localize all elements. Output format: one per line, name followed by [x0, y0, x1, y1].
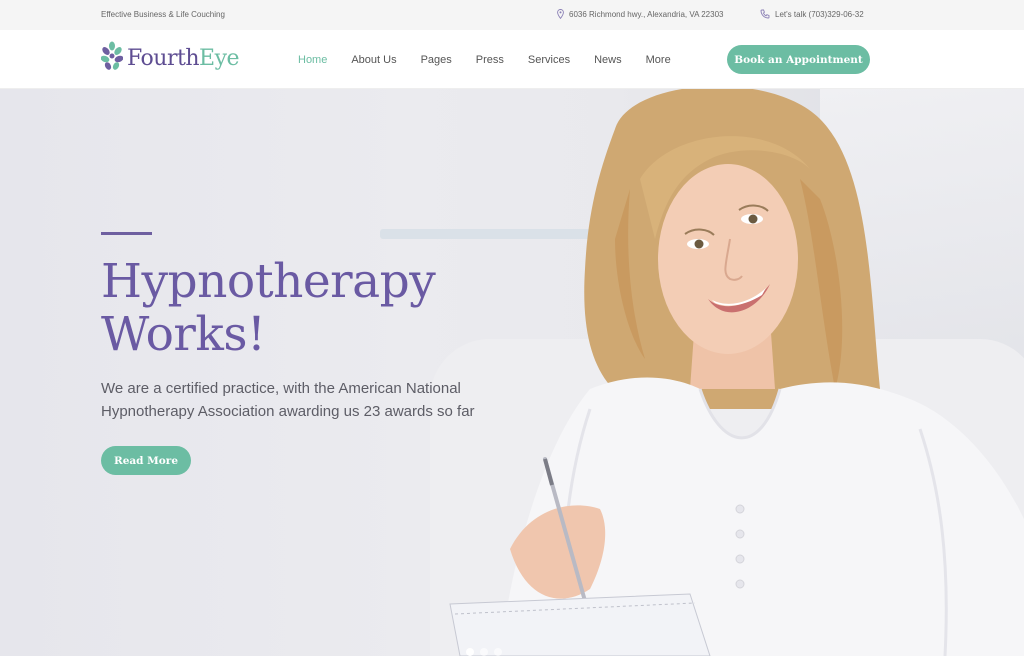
hero-subtitle-line1: We are a certified practice, with the Am… — [101, 380, 461, 397]
hero-subtitle: We are a certified practice, with the Am… — [101, 377, 501, 423]
hero-title-line1: Hypnotherapy — [101, 254, 436, 309]
phone-text: Let's talk (703)329-06-32 — [775, 9, 864, 19]
hero-title-line2: Works! — [101, 307, 266, 362]
hero-accent-line — [101, 232, 152, 235]
slider-dot-2[interactable] — [480, 648, 488, 656]
main-header: FourthEye Home About Us Pages Press Serv… — [0, 30, 1024, 89]
phone-info[interactable]: Let's talk (703)329-06-32 — [760, 9, 864, 19]
hero-title: Hypnotherapy Works! — [101, 255, 521, 361]
nav-pages[interactable]: Pages — [421, 54, 452, 66]
slider-dot-3[interactable] — [494, 648, 502, 656]
leaf-logo-icon — [100, 41, 124, 76]
logo-text-part2: Eye — [199, 46, 240, 71]
nav-home[interactable]: Home — [298, 54, 327, 66]
hero-slider: Hypnotherapy Works! We are a certified pr… — [0, 89, 1024, 656]
top-info-bar: Effective Business & Life Couching 6036 … — [0, 0, 1024, 30]
nav-press[interactable]: Press — [476, 54, 504, 66]
nav-about-us[interactable]: About Us — [351, 54, 396, 66]
read-more-button[interactable]: Read More — [101, 446, 191, 475]
nav-news[interactable]: News — [594, 54, 622, 66]
book-appointment-button[interactable]: Book an Appointment — [727, 45, 870, 74]
main-nav: Home About Us Pages Press Services News … — [298, 54, 695, 66]
logo-text-part1: Fourth — [127, 46, 200, 71]
logo-text: FourthEye — [127, 46, 240, 71]
tagline: Effective Business & Life Couching — [101, 10, 225, 19]
slider-dot-1[interactable] — [466, 648, 474, 656]
logo[interactable]: FourthEye — [100, 41, 240, 76]
hero-photo — [449, 89, 1024, 656]
map-pin-icon — [557, 9, 564, 19]
nav-services[interactable]: Services — [528, 54, 570, 66]
nav-more[interactable]: More — [646, 54, 671, 66]
address-text: 6036 Richmond hwy., Alexandria, VA 22303 — [569, 9, 724, 19]
phone-icon — [760, 9, 770, 19]
address-info: 6036 Richmond hwy., Alexandria, VA 22303 — [557, 9, 723, 19]
slider-dots — [466, 648, 502, 656]
hero-subtitle-line2: Hypnotherapy Association awarding us 23 … — [101, 403, 475, 420]
